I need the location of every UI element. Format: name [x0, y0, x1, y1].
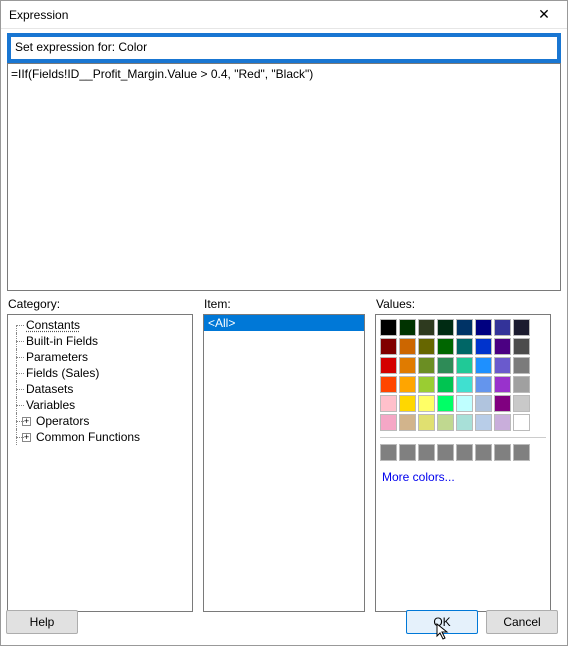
- color-swatch[interactable]: [475, 414, 492, 431]
- color-swatch[interactable]: [475, 357, 492, 374]
- category-item[interactable]: +Common Functions: [10, 429, 192, 445]
- category-item-label: Datasets: [24, 382, 73, 396]
- item-selected[interactable]: <All>: [204, 315, 364, 331]
- ok-button[interactable]: OK: [406, 610, 478, 634]
- expression-textarea[interactable]: [8, 64, 560, 288]
- color-swatch[interactable]: [418, 376, 435, 393]
- color-swatch[interactable]: [399, 395, 416, 412]
- color-swatch[interactable]: [437, 395, 454, 412]
- color-swatch[interactable]: [475, 395, 492, 412]
- category-item-label: Parameters: [24, 350, 88, 364]
- color-swatch[interactable]: [418, 357, 435, 374]
- category-item[interactable]: Fields (Sales): [10, 365, 192, 381]
- standard-color-swatch[interactable]: [380, 444, 397, 461]
- standard-color-swatch[interactable]: [437, 444, 454, 461]
- color-swatch[interactable]: [418, 395, 435, 412]
- color-swatch[interactable]: [437, 414, 454, 431]
- expression-highlight: Set expression for: Color: [7, 33, 561, 63]
- close-button[interactable]: ✕: [527, 4, 561, 26]
- dialog-button-row: Help OK Cancel: [6, 610, 558, 634]
- category-label: Category:: [8, 297, 193, 311]
- standard-color-swatch[interactable]: [475, 444, 492, 461]
- cancel-button[interactable]: Cancel: [486, 610, 558, 634]
- standard-color-swatch[interactable]: [399, 444, 416, 461]
- color-swatch[interactable]: [380, 357, 397, 374]
- category-item[interactable]: Datasets: [10, 381, 192, 397]
- color-swatch[interactable]: [494, 395, 511, 412]
- title-bar: Expression ✕: [1, 1, 567, 29]
- color-swatch[interactable]: [494, 376, 511, 393]
- category-list[interactable]: Constants Built-in Fields Parameters Fields…: [7, 314, 193, 612]
- help-button[interactable]: Help: [6, 610, 78, 634]
- values-panel: More colors...: [375, 314, 551, 612]
- color-swatch[interactable]: [399, 376, 416, 393]
- more-colors-link[interactable]: More colors...: [380, 469, 546, 485]
- color-swatch[interactable]: [513, 357, 530, 374]
- color-swatch[interactable]: [380, 414, 397, 431]
- category-item[interactable]: +Operators: [10, 413, 192, 429]
- color-swatch[interactable]: [513, 376, 530, 393]
- color-swatch[interactable]: [399, 319, 416, 336]
- color-swatch[interactable]: [513, 338, 530, 355]
- category-item[interactable]: Variables: [10, 397, 192, 413]
- color-swatch[interactable]: [418, 414, 435, 431]
- standard-color-swatch[interactable]: [418, 444, 435, 461]
- category-item-label: Fields (Sales): [24, 366, 99, 380]
- color-swatch[interactable]: [494, 338, 511, 355]
- category-item[interactable]: Built-in Fields: [10, 333, 192, 349]
- item-list[interactable]: <All>: [203, 314, 365, 612]
- color-swatch[interactable]: [437, 376, 454, 393]
- color-swatch[interactable]: [437, 319, 454, 336]
- color-swatch[interactable]: [475, 319, 492, 336]
- color-swatch[interactable]: [380, 376, 397, 393]
- category-item-label: Constants: [24, 318, 80, 332]
- color-swatch[interactable]: [437, 338, 454, 355]
- window-title: Expression: [9, 8, 527, 22]
- values-label: Values:: [376, 297, 551, 311]
- color-swatch[interactable]: [456, 395, 473, 412]
- color-swatch[interactable]: [380, 338, 397, 355]
- swatch-divider: [380, 437, 546, 438]
- color-swatch[interactable]: [380, 319, 397, 336]
- color-swatch[interactable]: [399, 338, 416, 355]
- color-swatch[interactable]: [513, 414, 530, 431]
- color-swatch[interactable]: [456, 376, 473, 393]
- color-swatch[interactable]: [399, 414, 416, 431]
- color-swatch[interactable]: [456, 319, 473, 336]
- color-swatch[interactable]: [399, 357, 416, 374]
- color-swatch[interactable]: [380, 395, 397, 412]
- color-swatch[interactable]: [513, 319, 530, 336]
- expression-textarea-container: [7, 63, 561, 291]
- close-icon: ✕: [538, 6, 550, 23]
- color-swatch[interactable]: [418, 338, 435, 355]
- item-label: Item:: [204, 297, 365, 311]
- color-swatch[interactable]: [494, 357, 511, 374]
- category-item-label: Operators: [34, 414, 89, 428]
- color-swatch[interactable]: [494, 414, 511, 431]
- color-swatch[interactable]: [513, 395, 530, 412]
- category-item[interactable]: Constants: [10, 317, 192, 333]
- color-swatch[interactable]: [456, 338, 473, 355]
- standard-color-swatch[interactable]: [513, 444, 530, 461]
- category-item-label: Variables: [24, 398, 75, 412]
- color-swatch[interactable]: [475, 376, 492, 393]
- standard-color-row: [380, 444, 546, 461]
- category-item-label: Built-in Fields: [24, 334, 98, 348]
- standard-color-swatch[interactable]: [494, 444, 511, 461]
- color-swatch[interactable]: [456, 357, 473, 374]
- color-swatch[interactable]: [456, 414, 473, 431]
- expression-label: Set expression for: Color: [13, 38, 555, 57]
- color-grid: [380, 319, 546, 431]
- category-item-label: Common Functions: [34, 430, 140, 444]
- color-swatch[interactable]: [418, 319, 435, 336]
- color-swatch[interactable]: [494, 319, 511, 336]
- color-swatch[interactable]: [437, 357, 454, 374]
- standard-color-swatch[interactable]: [456, 444, 473, 461]
- category-item[interactable]: Parameters: [10, 349, 192, 365]
- color-swatch[interactable]: [475, 338, 492, 355]
